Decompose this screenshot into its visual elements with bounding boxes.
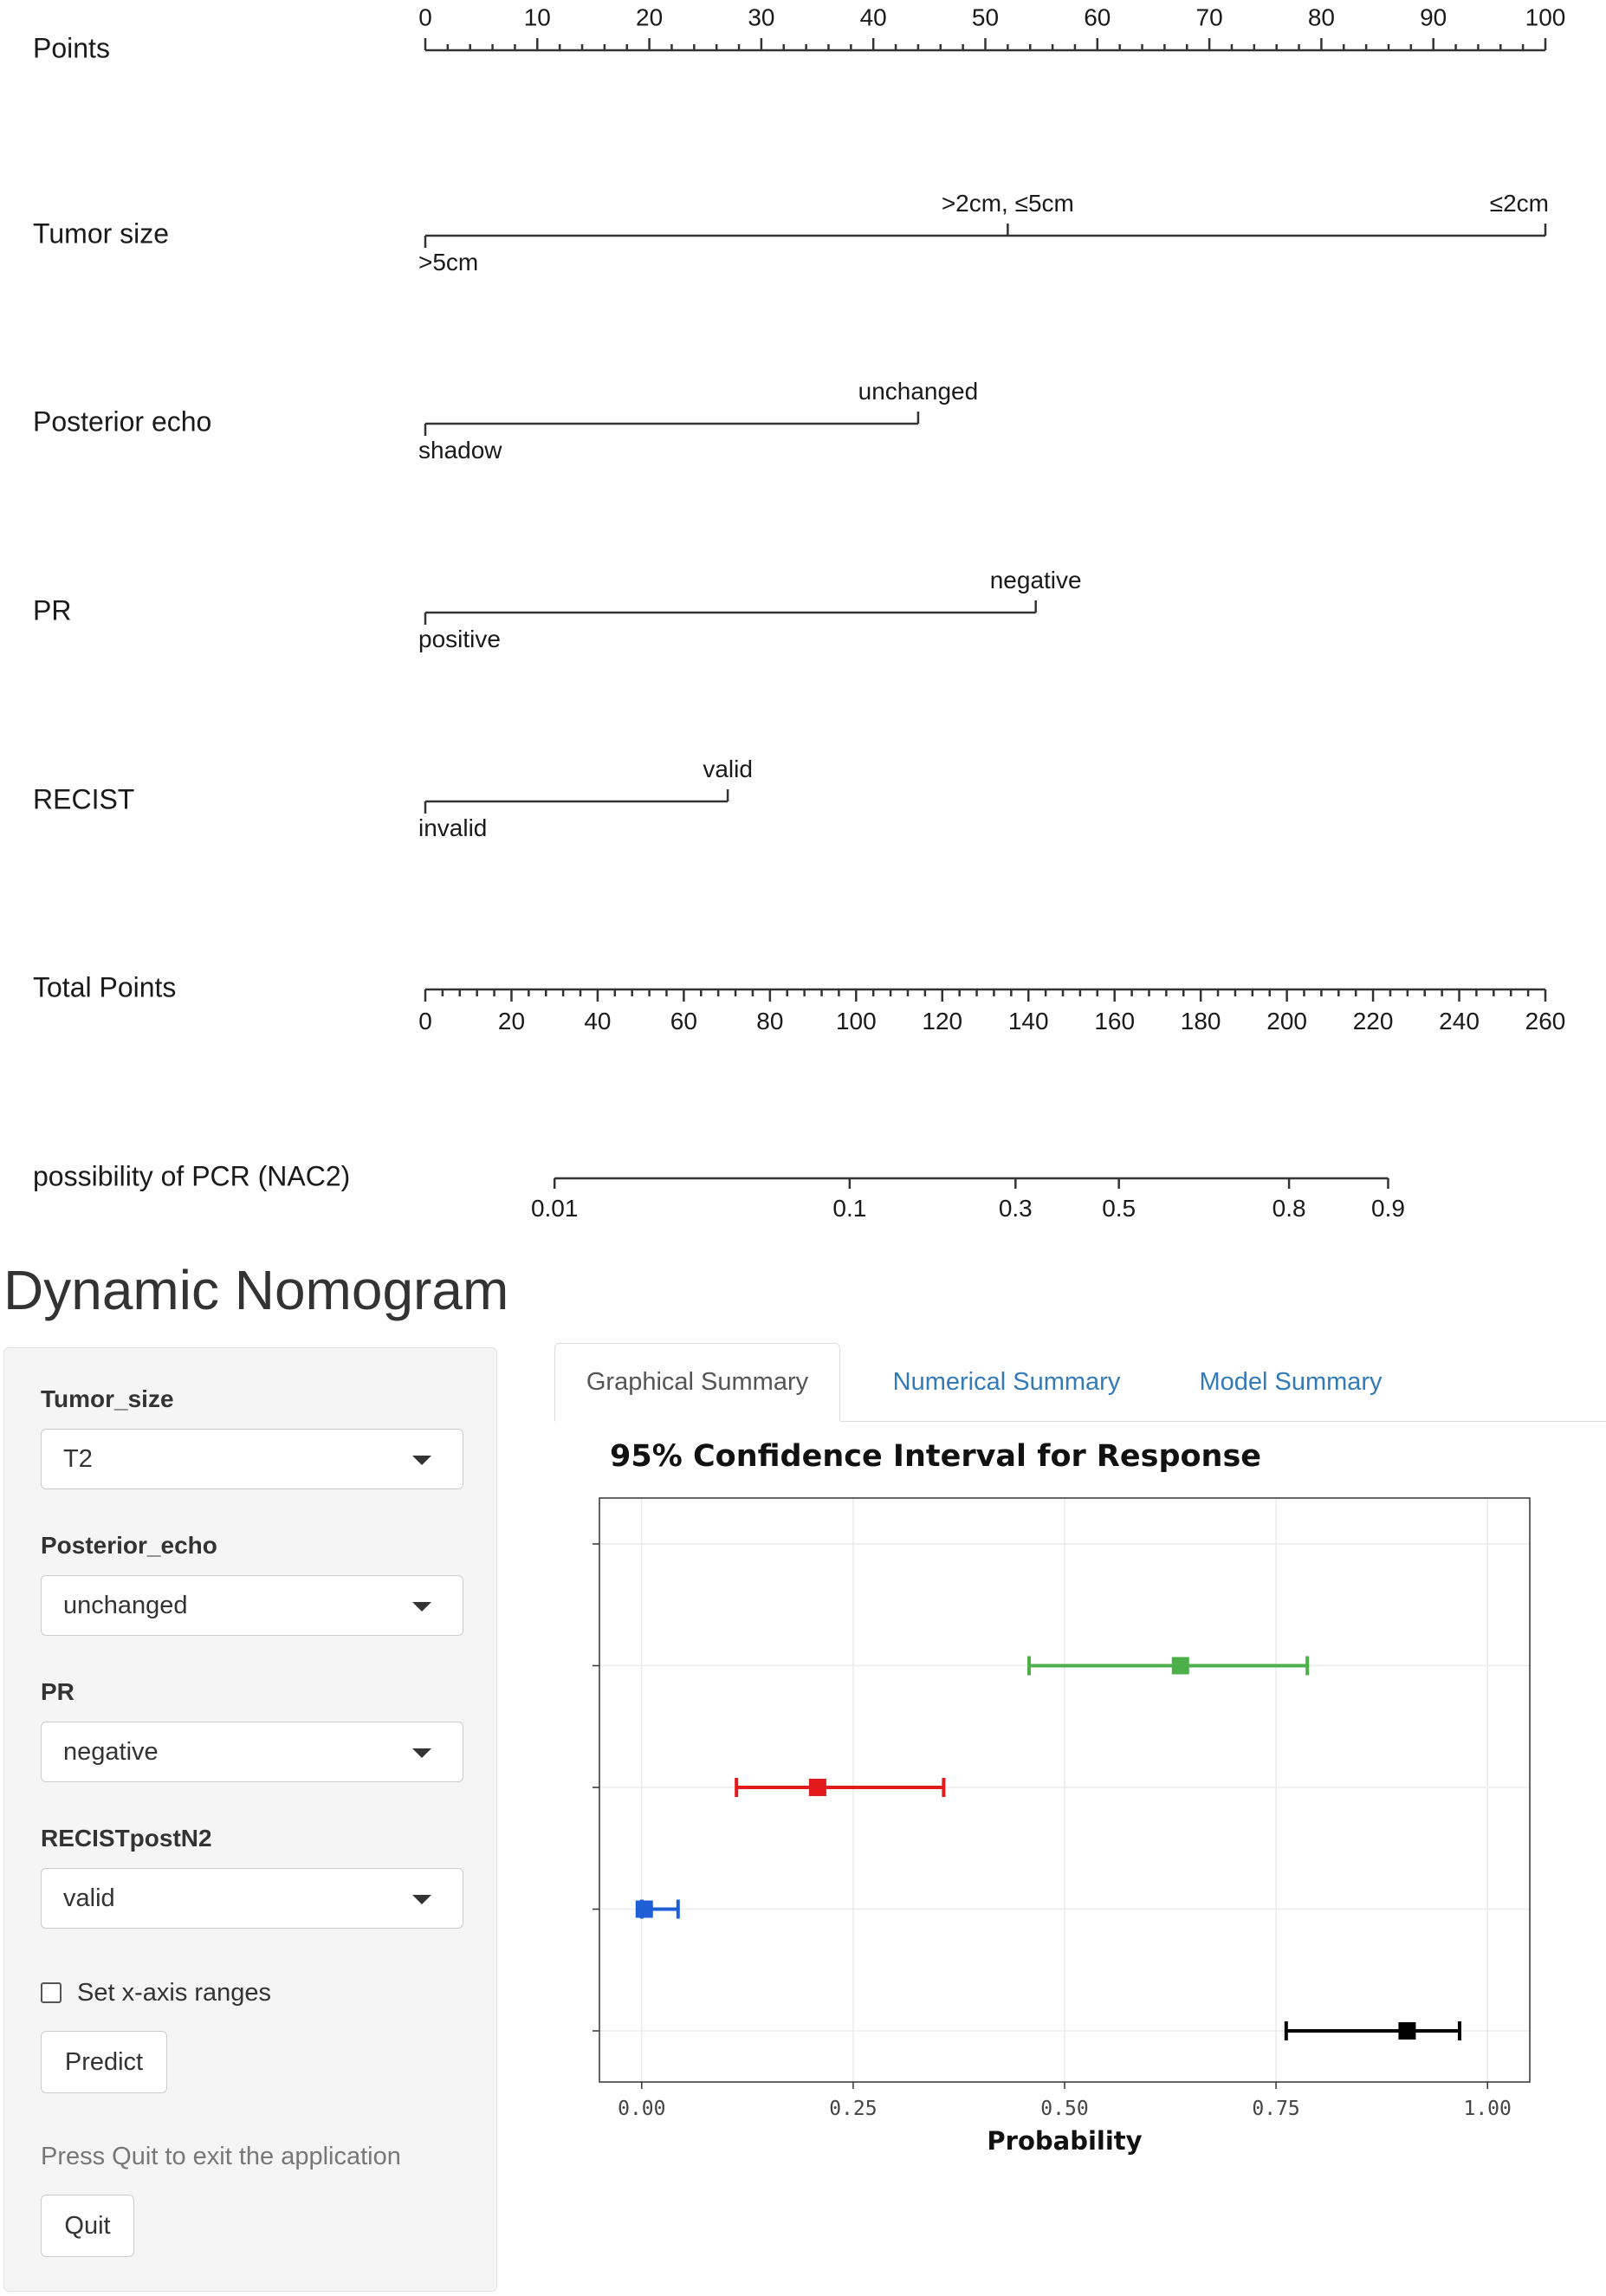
chevron-down-icon — [412, 1748, 431, 1758]
recist-select[interactable]: valid — [41, 1868, 463, 1929]
x-tick-label: 0.25 — [829, 2098, 877, 2120]
posterior-echo-level-label: shadow — [418, 437, 502, 464]
posterior-echo-row-label: Posterior echo — [33, 405, 211, 437]
nomogram: Points 0 10 20 30 40 50 60 70 80 90 100 Tumor size >5… — [33, 3, 1566, 1222]
ci-point-estimate — [635, 1900, 653, 1918]
points-tick-label: 70 — [1196, 3, 1223, 30]
tumor-size-level-label: >2cm, ≤5cm — [942, 190, 1074, 217]
points-tick-label: 40 — [860, 3, 887, 30]
tumor-size-label: Tumor_size — [41, 1385, 174, 1412]
total-points-tick-label: 260 — [1525, 1008, 1566, 1034]
ci-point-estimate — [808, 1779, 826, 1796]
x-axis-label: Probability — [987, 2126, 1142, 2156]
recist-level-label: valid — [703, 756, 753, 782]
probability-tick-label: 0.01 — [531, 1195, 579, 1222]
predict-button[interactable]: Predict — [41, 2031, 167, 2093]
tab-numerical-summary[interactable]: Numerical Summary — [856, 1343, 1157, 1421]
total-points-tick-label: 100 — [836, 1008, 877, 1034]
posterior-echo-label: Posterior_echo — [41, 1532, 217, 1559]
points-row-label: Points — [33, 32, 110, 63]
x-tick-label: 0.50 — [1040, 2098, 1088, 2120]
chart-title: 95% Confidence Interval for Response — [610, 1439, 1261, 1474]
recist-label: RECISTpostN2 — [41, 1825, 212, 1852]
points-tick-label: 100 — [1525, 3, 1566, 30]
tumor-size-row-label: Tumor size — [33, 217, 169, 249]
total-points-tick-label: 0 — [418, 1008, 432, 1034]
pr-level-label: positive — [418, 626, 501, 652]
pr-level-label: negative — [990, 567, 1082, 593]
x-tick-label: 0.00 — [618, 2098, 665, 2120]
x-tick-label: 1.00 — [1463, 2098, 1511, 2120]
xrange-checkbox[interactable] — [41, 1982, 62, 2003]
total-points-tick-label: 60 — [670, 1008, 697, 1034]
tab-bar: Graphical Summary Numerical Summary Mode… — [554, 1343, 1606, 1422]
tumor-size-value: T2 — [63, 1445, 93, 1473]
posterior-echo-value: unchanged — [63, 1592, 188, 1619]
pr-row-label: PR — [33, 594, 71, 626]
xrange-option[interactable]: Set x-axis ranges — [41, 1978, 271, 2007]
posterior-echo-select[interactable]: unchanged — [41, 1575, 463, 1636]
probability-tick-label: 0.1 — [832, 1195, 866, 1222]
total-points-tick-label: 40 — [584, 1008, 611, 1034]
tumor-size-level-label: ≤2cm — [1490, 190, 1549, 217]
points-tick-label: 60 — [1084, 3, 1111, 30]
tab-graphical-summary[interactable]: Graphical Summary — [554, 1343, 840, 1422]
posterior-echo-level-label: unchanged — [858, 378, 979, 405]
total-points-tick-label: 140 — [1008, 1008, 1049, 1034]
pr-select[interactable]: negative — [41, 1722, 463, 1782]
tab-model-summary[interactable]: Model Summary — [1161, 1343, 1421, 1421]
points-tick-label: 90 — [1420, 3, 1447, 30]
points-tick-label: 0 — [418, 3, 432, 30]
total-points-tick-label: 80 — [756, 1008, 783, 1034]
points-tick-label: 20 — [636, 3, 663, 30]
xrange-label: Set x-axis ranges — [77, 1978, 272, 2007]
quit-button[interactable]: Quit — [41, 2195, 134, 2257]
probability-tick-label: 0.5 — [1102, 1195, 1136, 1222]
recist-row-label: RECIST — [33, 783, 134, 814]
pr-label: PR — [41, 1678, 74, 1705]
tumor-size-select[interactable]: T2 — [41, 1429, 463, 1489]
recist-level-label: invalid — [418, 814, 487, 841]
probability-tick-label: 0.8 — [1272, 1195, 1306, 1222]
total-points-tick-label: 240 — [1439, 1008, 1480, 1034]
ci-point-estimate — [1398, 2022, 1416, 2040]
recist-value: valid — [63, 1884, 115, 1912]
probability-row-label: possibility of PCR (NAC2) — [33, 1160, 350, 1191]
chevron-down-icon — [412, 1456, 431, 1465]
points-tick-label: 80 — [1308, 3, 1335, 30]
pr-value: negative — [63, 1738, 159, 1766]
total-points-tick-label: 20 — [498, 1008, 525, 1034]
sidebar-panel: Tumor_size T2 Posterior_echo unchanged P… — [3, 1347, 497, 2292]
ci-point-estimate — [1171, 1657, 1189, 1675]
total-points-tick-label: 160 — [1094, 1008, 1135, 1034]
points-tick-label: 30 — [748, 3, 774, 30]
total-points-tick-label: 200 — [1266, 1008, 1307, 1034]
probability-tick-label: 0.3 — [999, 1195, 1033, 1222]
points-tick-label: 10 — [524, 3, 551, 30]
total-points-row-label: Total Points — [33, 971, 176, 1002]
total-points-tick-label: 180 — [1181, 1008, 1221, 1034]
quit-hint-text: Press Quit to exit the application — [41, 2143, 401, 2170]
chevron-down-icon — [412, 1602, 431, 1612]
confidence-interval-chart: 95% Confidence Interval for Response 0.00… — [593, 1439, 1531, 2156]
probability-tick-label: 0.9 — [1371, 1195, 1405, 1222]
app-title: Dynamic Nomogram — [3, 1259, 509, 1321]
tumor-size-level-label: >5cm — [418, 249, 478, 276]
points-tick-label: 50 — [972, 3, 999, 30]
total-points-tick-label: 120 — [922, 1008, 962, 1034]
x-tick-label: 0.75 — [1252, 2098, 1299, 2120]
total-points-tick-label: 220 — [1353, 1008, 1394, 1034]
chevron-down-icon — [412, 1895, 431, 1904]
